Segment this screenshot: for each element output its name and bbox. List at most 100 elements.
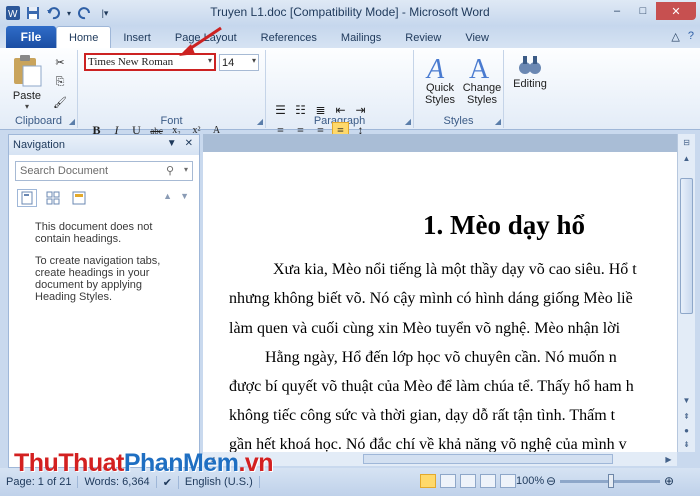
- tab-file[interactable]: File: [6, 26, 56, 48]
- watermark-part-1: ThuThuat: [14, 449, 124, 477]
- next-result-icon[interactable]: ▼: [180, 191, 189, 201]
- change-styles-icon: A: [469, 54, 490, 82]
- paste-button[interactable]: Paste ▾: [6, 54, 48, 112]
- quick-styles-button[interactable]: A Quick Styles: [418, 52, 462, 110]
- paragraph-launcher-icon[interactable]: ◢: [405, 117, 411, 126]
- navigation-header: Navigation ▼ ✕: [9, 135, 199, 155]
- tab-mailings[interactable]: Mailings: [329, 28, 393, 48]
- zoom-out-icon[interactable]: ⊖: [546, 474, 556, 488]
- pane-options-icon[interactable]: ▼: [167, 138, 177, 149]
- binoculars-icon: [519, 56, 541, 74]
- help-icon[interactable]: ?: [688, 30, 694, 43]
- document-line: nhưng không biết võ. Nó cậy mình có hình…: [229, 290, 633, 307]
- navigation-title: Navigation: [13, 139, 65, 151]
- styles-launcher-icon[interactable]: ◢: [495, 117, 501, 126]
- editing-label: Editing: [513, 78, 547, 90]
- page-count[interactable]: Page: 1 of 21: [0, 476, 79, 488]
- clipboard-launcher-icon[interactable]: ◢: [69, 117, 75, 126]
- paste-icon: [14, 55, 42, 87]
- quick-styles-icon: A: [425, 54, 445, 82]
- horizontal-scroll-thumb[interactable]: [363, 454, 613, 464]
- document-line: làm quen và cuối cùng xin Mèo tuyển võ n…: [229, 320, 621, 337]
- document-page[interactable]: 1. Mèo dạy hổ Xưa kia, Mèo nổi tiếng là …: [203, 152, 677, 452]
- scroll-down-icon[interactable]: ▼: [678, 392, 695, 408]
- browse-results-tab-icon[interactable]: [69, 189, 89, 207]
- watermark-part-2: PhanMem: [123, 449, 239, 477]
- document-line: Hằng ngày, Hổ đến lớp học võ chuyên cần.…: [265, 349, 617, 366]
- draft-view-icon[interactable]: [500, 474, 516, 488]
- paste-dropdown-icon[interactable]: ▾: [25, 102, 29, 111]
- scroll-up-icon[interactable]: ▲: [678, 150, 695, 166]
- tab-references[interactable]: References: [249, 28, 329, 48]
- zoom-slider-thumb[interactable]: [608, 474, 614, 488]
- vertical-scroll-thumb[interactable]: [680, 178, 693, 314]
- quick-access-toolbar: W ▾ |▾: [0, 0, 114, 26]
- annotation-arrow-icon: [179, 26, 222, 56]
- document-line: gần hết khoá học. Nó đắc chí về khả năng…: [229, 436, 627, 452]
- word-count[interactable]: Words: 6,364: [78, 476, 157, 488]
- close-button[interactable]: ✕: [656, 2, 696, 20]
- language[interactable]: English (U.S.): [179, 476, 260, 488]
- create-headings-text: To create navigation tabs, create headin…: [35, 255, 161, 303]
- ruler-toggle-icon[interactable]: ⊟: [678, 134, 695, 150]
- close-pane-icon[interactable]: ✕: [185, 138, 193, 149]
- tab-review[interactable]: Review: [393, 28, 453, 48]
- next-page-icon[interactable]: ⇟: [678, 436, 695, 452]
- chevron-down-icon[interactable]: ▾: [252, 56, 256, 65]
- horizontal-scrollbar[interactable]: ◀ ▶: [203, 452, 677, 466]
- browse-pages-tab-icon[interactable]: [43, 189, 63, 207]
- change-styles-label: Change Styles: [462, 82, 502, 106]
- scroll-right-icon[interactable]: ▶: [660, 451, 677, 467]
- format-painter-icon[interactable]: 🖌: [52, 94, 68, 110]
- font-size-combo[interactable]: 14 ▾: [219, 54, 259, 71]
- change-styles-button[interactable]: A Change Styles: [460, 52, 504, 110]
- font-launcher-icon[interactable]: ◢: [257, 117, 263, 126]
- bullets-icon[interactable]: ☰: [272, 102, 289, 119]
- browse-headings-tab-icon[interactable]: [17, 189, 37, 207]
- cut-icon[interactable]: ✂: [52, 54, 68, 70]
- minimize-ribbon-icon[interactable]: △: [671, 30, 679, 43]
- maximize-button[interactable]: □: [630, 2, 656, 20]
- print-layout-view-icon[interactable]: [420, 474, 436, 488]
- quick-styles-label: Quick Styles: [425, 82, 455, 106]
- document-line: được bí quyết võ thuật của Mèo để làm ch…: [229, 378, 634, 395]
- search-icon[interactable]: ⚲: [166, 164, 174, 177]
- numbering-icon[interactable]: ☷: [292, 102, 309, 119]
- word-app-icon[interactable]: W: [4, 4, 22, 22]
- zoom-level[interactable]: 100%: [516, 475, 544, 487]
- customize-toolbar-icon[interactable]: |▾: [96, 4, 114, 22]
- ribbon: Paste ▾ ✂ ⎘ 🖌 Clipboard ◢ Font ◢ Times N…: [0, 48, 700, 160]
- multilevel-list-icon[interactable]: ≣: [312, 102, 329, 119]
- editing-button[interactable]: Editing: [508, 52, 552, 110]
- font-size-value: 14: [222, 56, 235, 69]
- document-area[interactable]: 1. Mèo dạy hổ Xưa kia, Mèo nổi tiếng là …: [203, 134, 677, 452]
- tab-insert[interactable]: Insert: [111, 28, 163, 48]
- svg-text:A: A: [469, 54, 490, 82]
- document-heading: 1. Mèo dạy hổ: [423, 210, 585, 240]
- copy-icon[interactable]: ⎘: [52, 74, 68, 90]
- vertical-scrollbar[interactable]: ⊟ ▲ ▼ ⇞ ● ⇟: [677, 134, 695, 452]
- outline-view-icon[interactable]: [480, 474, 496, 488]
- tab-view[interactable]: View: [453, 28, 501, 48]
- document-line: Xưa kia, Mèo nổi tiếng là một thầy dạy v…: [273, 261, 637, 278]
- previous-result-icon[interactable]: ▲: [163, 191, 172, 201]
- increase-indent-icon[interactable]: ⇥: [352, 102, 369, 119]
- save-icon[interactable]: [24, 4, 42, 22]
- clipboard-group: Paste ▾ ✂ ⎘ 🖌 Clipboard ◢: [0, 50, 78, 128]
- title-bar: W ▾ |▾ Truyen L1.doc [Compatibility Mode…: [0, 0, 700, 26]
- tab-home[interactable]: Home: [56, 26, 112, 48]
- redo-icon[interactable]: [76, 4, 94, 22]
- minimize-button[interactable]: –: [604, 2, 630, 20]
- undo-icon[interactable]: [44, 4, 62, 22]
- watermark-part-3: .vn: [238, 449, 274, 477]
- search-document-input[interactable]: Search Document ⚲ ▾: [15, 161, 193, 181]
- web-layout-view-icon[interactable]: [460, 474, 476, 488]
- search-dropdown-icon[interactable]: ▾: [184, 165, 188, 174]
- watermark-logo: ThuThuatPhanMem.vn: [14, 449, 274, 478]
- decrease-indent-icon[interactable]: ⇤: [332, 102, 349, 119]
- proofing-icon[interactable]: ✔: [157, 475, 179, 489]
- zoom-in-icon[interactable]: ⊕: [664, 474, 674, 488]
- full-screen-reading-view-icon[interactable]: [440, 474, 456, 488]
- paste-label: Paste: [12, 90, 42, 102]
- undo-dropdown-icon[interactable]: ▾: [64, 4, 74, 22]
